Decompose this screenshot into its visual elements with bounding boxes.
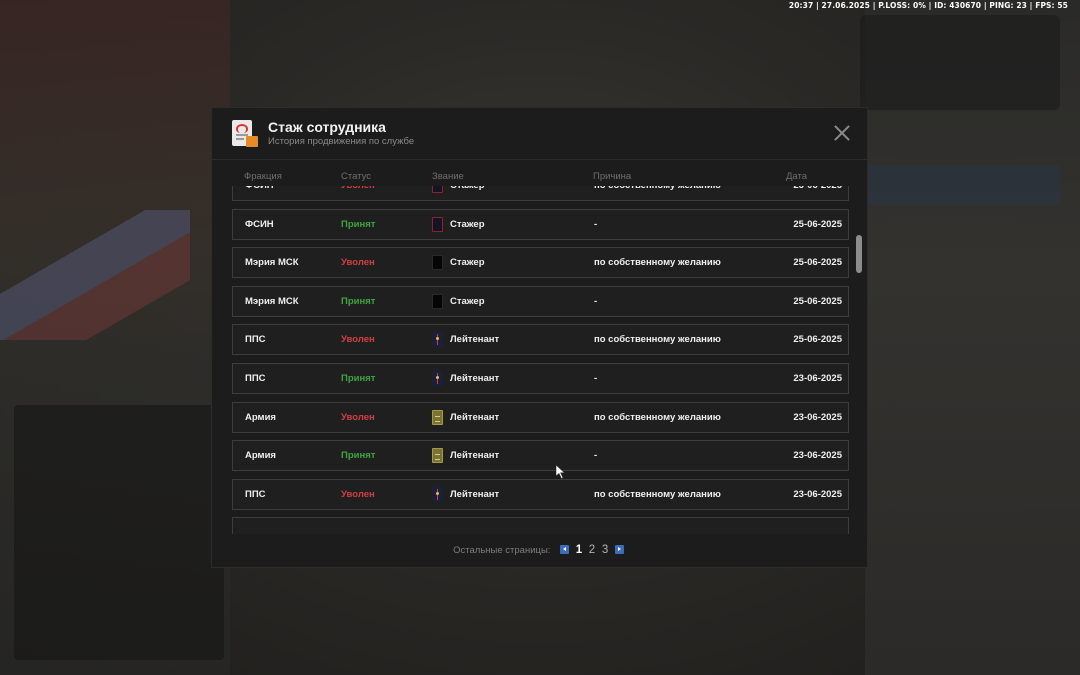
status-bar: 20:37 | 27.06.2025 | P.LOSS: 0% | ID: 43…	[788, 1, 1068, 10]
pagination: Остальные страницы: 1 2 3	[212, 544, 867, 556]
page-1[interactable]: 1	[576, 544, 582, 556]
cell-rank-label: Лейтенант	[450, 334, 500, 346]
game-hud-panel-secondary	[860, 165, 1060, 205]
employee-tenure-modal: Стаж сотрудника История продвижения по с…	[211, 107, 868, 568]
cell-rank-label: Стажер	[450, 257, 485, 269]
army-rank-icon	[432, 409, 443, 425]
cell-reason: -	[594, 295, 598, 307]
cell-status: Уволен	[341, 186, 375, 200]
table-row[interactable]	[232, 517, 849, 534]
column-header-reason: Причина	[593, 171, 632, 182]
column-header-rank: Звание	[432, 171, 464, 182]
table-row[interactable]: Мэрия МСК Принят Стажер - 25-06-2025	[232, 285, 849, 317]
mayor-rank-icon	[432, 255, 443, 271]
cell-rank-label: Стажер	[450, 295, 485, 307]
pps-rank-icon	[432, 371, 443, 386]
page-2[interactable]: 2	[589, 544, 595, 556]
table-row[interactable]: ФСИН Уволен Стажер по собственному желанию 2…	[232, 186, 849, 201]
cell-faction: ФСИН	[245, 218, 274, 230]
column-header-date: Дата	[786, 171, 808, 182]
column-header-faction: Фракция	[244, 171, 282, 182]
fsin-rank-icon	[432, 216, 443, 232]
cell-faction: Армия	[245, 411, 276, 423]
modal-title: Стаж сотрудника	[268, 119, 386, 135]
game-background-flag	[0, 210, 190, 340]
modal-subtitle: История продвижения по службе	[268, 136, 415, 147]
cell-status: Принят	[341, 295, 376, 307]
prev-page-icon[interactable]	[560, 545, 570, 554]
cell-date: 25-06-2025	[793, 334, 842, 346]
cell-faction: Мэрия МСК	[245, 295, 299, 307]
army-rank-icon	[432, 448, 443, 464]
cell-reason: по собственному желанию	[594, 334, 721, 346]
pps-rank-icon	[432, 486, 443, 502]
pagination-label: Остальные страницы:	[453, 545, 551, 556]
table-row[interactable]: ППС Уволен Лейтенант по собственному желани…	[232, 478, 849, 510]
cell-faction: ППС	[245, 488, 266, 500]
table-row[interactable]: ППС Принят Лейтенант - 23-06-2025	[232, 363, 849, 394]
table-row[interactable]: Мэрия МСК Уволен Стажер по собственному жел…	[232, 247, 849, 279]
cell-reason: -	[594, 373, 598, 384]
fsin-rank-icon	[432, 186, 443, 193]
cell-date: 25-06-2025	[793, 218, 842, 230]
cell-status: Уволен	[341, 334, 375, 346]
cell-reason: по собственному желанию	[594, 488, 721, 500]
cell-date: 23-06-2025	[793, 488, 842, 500]
game-hud-panel	[860, 15, 1060, 110]
column-header-status: Статус	[341, 171, 372, 182]
cell-status: Уволен	[341, 488, 375, 500]
scrollbar-thumb[interactable]	[856, 235, 862, 273]
pps-rank-icon	[432, 332, 443, 348]
cell-date: 25-06-2025	[793, 257, 842, 269]
cell-faction: ППС	[245, 334, 266, 346]
page-3[interactable]: 3	[602, 544, 608, 556]
cell-date: 23-06-2025	[793, 411, 842, 423]
modal-header: Стаж сотрудника История продвижения по с…	[212, 108, 867, 160]
cell-reason: по собственному желанию	[594, 186, 721, 200]
next-page-icon[interactable]	[614, 545, 624, 554]
cell-faction: ФСИН	[245, 186, 274, 200]
table-row[interactable]: Армия Принят Лейтенант - 23-06-2025	[232, 440, 849, 472]
close-icon[interactable]	[833, 124, 851, 142]
mayor-rank-icon	[432, 293, 443, 309]
cell-status: Принят	[341, 218, 376, 230]
cell-faction: Мэрия МСК	[245, 257, 299, 269]
cell-rank-label: Лейтенант	[450, 411, 500, 423]
cell-reason: -	[594, 450, 598, 462]
tenure-history-list[interactable]: ФСИН Уволен Стажер по собственному желанию 2…	[232, 186, 849, 534]
cell-date: 23-06-2025	[793, 450, 842, 462]
cell-status: Уволен	[341, 257, 375, 269]
mouse-cursor-icon	[555, 464, 566, 483]
cell-rank-label: Стажер	[450, 186, 485, 200]
table-row[interactable]: ФСИН Принят Стажер - 25-06-2025	[232, 208, 849, 240]
cell-status: Принят	[341, 373, 376, 384]
cell-rank-label: Лейтенант	[450, 450, 500, 462]
cell-rank-label: Лейтенант	[450, 488, 500, 500]
table-row[interactable]: ППС Уволен Лейтенант по собственному желани…	[232, 324, 849, 356]
cell-date: 23-06-2025	[793, 373, 842, 384]
cell-faction: ППС	[245, 373, 266, 384]
cell-reason: по собственному желанию	[594, 411, 721, 423]
game-inventory-panel	[14, 405, 224, 660]
cell-rank-label: Стажер	[450, 218, 485, 230]
cell-date: 25-06-2025	[793, 186, 842, 200]
cell-status: Принят	[341, 450, 376, 462]
cell-status: Уволен	[341, 411, 375, 423]
cell-reason: по собственному желанию	[594, 257, 721, 269]
document-icon	[232, 120, 258, 148]
table-row[interactable]: Армия Уволен Лейтенант по собственному жела…	[232, 401, 849, 433]
cell-rank-label: Лейтенант	[450, 373, 500, 384]
cell-faction: Армия	[245, 450, 276, 462]
cell-reason: -	[594, 218, 598, 230]
cell-date: 25-06-2025	[793, 295, 842, 307]
